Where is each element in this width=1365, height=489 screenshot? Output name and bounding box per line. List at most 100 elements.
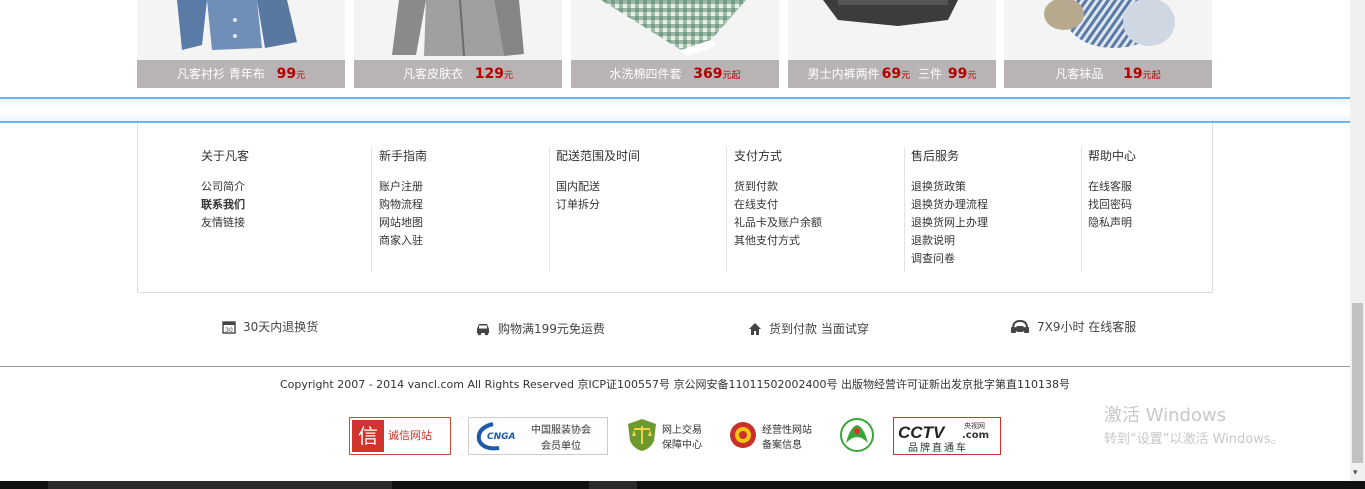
product-price: 369 bbox=[693, 66, 723, 82]
badge-site-record[interactable]: 经营性网站 备案信息 bbox=[728, 417, 828, 453]
cctv-site-text: 央视网 bbox=[964, 421, 985, 430]
cnga-logo-text: CNGA bbox=[487, 432, 516, 442]
service-cod-label: 货到付款 当面试穿 bbox=[769, 322, 869, 336]
product-price: 99 bbox=[276, 66, 297, 82]
taskbar bbox=[0, 481, 1365, 489]
product-card-shirt[interactable]: 凡客衬衫 青年布 99元 bbox=[137, 0, 345, 88]
badge-label-line1: 经营性网站 bbox=[762, 425, 812, 436]
product-price-bundle: 99 bbox=[947, 66, 968, 82]
cnga-logo-icon: CNGA bbox=[476, 422, 516, 451]
price-unit: 元 bbox=[504, 71, 514, 81]
divider-line-top bbox=[0, 97, 1350, 99]
badge-green-seal[interactable] bbox=[838, 417, 876, 453]
product-strip: 凡客衬衫 青年布 99元 凡客皮肤衣 129元 水洗棉四件套 369元起 男士内… bbox=[137, 0, 1212, 88]
service-shipping-label: 购物满199元免运费 bbox=[498, 322, 605, 336]
price-unit: 元 bbox=[296, 71, 306, 81]
help-column-guide: 新手指南 账户注册 购物流程 网站地图 商家入驻 bbox=[379, 147, 550, 272]
help-link[interactable]: 退换货政策 bbox=[911, 178, 1081, 196]
product-caption: 水洗棉四件套 369元起 bbox=[571, 60, 779, 88]
product-caption: 凡客袜品 19元起 bbox=[1004, 60, 1212, 88]
product-card-underwear[interactable]: 男士内裤两件 69元 三件 99元 bbox=[788, 0, 996, 88]
help-link[interactable]: 网站地图 bbox=[379, 214, 549, 232]
product-caption: 凡客皮肤衣 129元 bbox=[354, 60, 562, 88]
green-seal-icon bbox=[840, 418, 874, 452]
help-column-about: 关于凡客 公司简介 联系我们 友情链接 bbox=[201, 147, 372, 272]
service-support-label: 7X9小时 在线客服 bbox=[1037, 320, 1137, 334]
badge-credible-site[interactable]: 信 诚信网站 bbox=[349, 417, 451, 455]
help-link[interactable]: 公司简介 bbox=[201, 178, 371, 196]
footer-divider bbox=[0, 366, 1350, 367]
shirt-image bbox=[177, 0, 297, 50]
product-name: 水洗棉四件套 bbox=[609, 67, 682, 81]
bundle-label: 三件 bbox=[918, 67, 943, 81]
service-cod[interactable]: 货到付款 当面试穿 bbox=[748, 320, 869, 337]
help-link[interactable]: 在线支付 bbox=[734, 196, 904, 214]
car-icon bbox=[477, 323, 489, 335]
service-return[interactable]: 30 30天内退换货 bbox=[222, 318, 318, 335]
help-column-aftersales: 售后服务 退换货政策 退换货办理流程 退换货网上办理 退款说明 调查问卷 bbox=[911, 147, 1082, 272]
badge-label-line1: 中国服装协会 bbox=[531, 425, 591, 436]
svg-text:30: 30 bbox=[225, 327, 233, 334]
help-link[interactable]: 联系我们 bbox=[201, 196, 371, 214]
badge-label-line1: 网上交易 bbox=[662, 425, 702, 436]
help-link[interactable]: 退款说明 bbox=[911, 232, 1081, 250]
copyright-text: Copyright 2007 - 2014 vancl.com All Righ… bbox=[279, 378, 1071, 391]
help-link[interactable]: 找回密码 bbox=[1088, 196, 1258, 214]
divider-band bbox=[0, 99, 1350, 121]
help-link[interactable]: 在线客服 bbox=[1088, 178, 1258, 196]
help-link[interactable]: 商家入驻 bbox=[379, 232, 549, 250]
badge-cctv-brand[interactable]: CCTV 央视网 .com 品牌直通车 bbox=[893, 417, 1001, 455]
calendar-icon: 30 bbox=[222, 320, 236, 334]
taskbar-search-box[interactable] bbox=[48, 481, 392, 489]
help-column-payment: 支付方式 货到付款 在线支付 礼品卡及账户余额 其他支付方式 bbox=[734, 147, 905, 272]
product-name: 男士内裤两件 bbox=[807, 67, 880, 81]
home-icon bbox=[749, 322, 761, 335]
badge-label: 诚信网站 bbox=[388, 429, 432, 442]
badge-label-line2: 保障中心 bbox=[662, 440, 702, 451]
underwear-image bbox=[823, 0, 958, 26]
police-emblem-icon bbox=[730, 422, 756, 448]
product-card-jacket[interactable]: 凡客皮肤衣 129元 bbox=[354, 0, 562, 88]
headset-icon bbox=[1011, 319, 1029, 333]
help-column-title: 售后服务 bbox=[911, 149, 960, 163]
activation-watermark-title: 激活 Windows bbox=[1104, 405, 1227, 426]
badge-cnga-member[interactable]: CNGA 中国服装协会 会员单位 bbox=[468, 417, 608, 455]
price-unit: 元起 bbox=[1142, 71, 1161, 81]
help-link[interactable]: 货到付款 bbox=[734, 178, 904, 196]
help-column-title: 帮助中心 bbox=[1088, 149, 1137, 163]
service-shipping[interactable]: 购物满199元免运费 bbox=[475, 320, 605, 337]
badge-label-line2: 会员单位 bbox=[541, 441, 581, 452]
jacket-image bbox=[392, 0, 524, 57]
product-name: 凡客衬衫 青年布 bbox=[176, 67, 265, 81]
socks-image bbox=[1044, 0, 1175, 48]
vertical-scrollbar[interactable]: ▾ bbox=[1350, 0, 1365, 481]
product-card-socks[interactable]: 凡客袜品 19元起 bbox=[1004, 0, 1212, 88]
product-caption: 凡客衬衫 青年布 99元 bbox=[137, 60, 345, 88]
help-link[interactable]: 礼品卡及账户余额 bbox=[734, 214, 904, 232]
help-link[interactable]: 隐私声明 bbox=[1088, 214, 1258, 232]
shield-scale-icon bbox=[628, 419, 656, 451]
help-link[interactable]: 其他支付方式 bbox=[734, 232, 904, 250]
help-link[interactable]: 退换货网上办理 bbox=[911, 214, 1081, 232]
service-support[interactable]: 7X9小时 在线客服 bbox=[1010, 318, 1136, 335]
service-return-label: 30天内退换货 bbox=[243, 320, 319, 334]
badge-label: 品牌直通车 bbox=[908, 443, 968, 454]
taskbar-item[interactable] bbox=[589, 481, 637, 489]
help-link[interactable]: 退换货办理流程 bbox=[911, 196, 1081, 214]
product-price: 19 bbox=[1123, 66, 1143, 82]
badge-trade-protection[interactable]: 网上交易 保障中心 bbox=[626, 417, 716, 453]
scrollbar-thumb[interactable] bbox=[1352, 303, 1363, 463]
help-column-delivery: 配送范围及时间 国内配送 订单拆分 bbox=[556, 147, 727, 272]
help-link[interactable]: 友情链接 bbox=[201, 214, 371, 232]
help-link[interactable]: 购物流程 bbox=[379, 196, 549, 214]
help-link[interactable]: 账户注册 bbox=[379, 178, 549, 196]
help-link[interactable]: 国内配送 bbox=[556, 178, 726, 196]
product-card-bedding[interactable]: 水洗棉四件套 369元起 bbox=[571, 0, 779, 88]
help-link[interactable]: 调查问卷 bbox=[911, 250, 1081, 268]
credit-seal-icon: 信 bbox=[352, 420, 384, 452]
product-price: 69 bbox=[881, 66, 902, 82]
product-price: 129 bbox=[474, 66, 505, 82]
help-link[interactable]: 订单拆分 bbox=[556, 196, 726, 214]
help-column-helpcenter: 帮助中心 在线客服 找回密码 隐私声明 bbox=[1088, 147, 1258, 272]
scroll-down-arrow-icon[interactable]: ▾ bbox=[1353, 468, 1358, 478]
